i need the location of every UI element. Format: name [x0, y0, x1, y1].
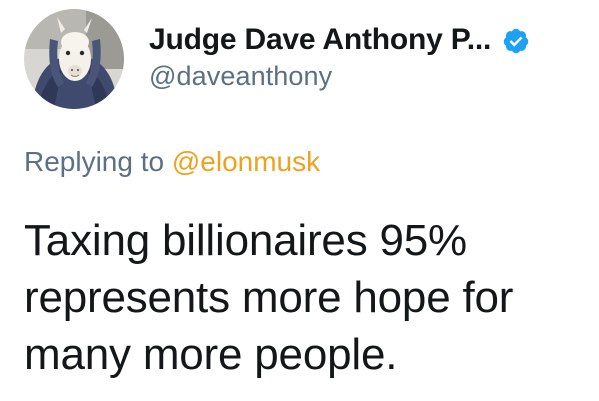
display-name-row: Judge Dave Anthony P...	[149, 20, 530, 60]
author-handle[interactable]: @daveanthony	[149, 61, 332, 92]
tweet-text-line: Taxing billionaires 95%	[24, 216, 467, 265]
tweet-text: Taxing billionaires 95% represents more …	[24, 212, 584, 383]
replying-to-label: Replying to	[24, 146, 165, 177]
author-avatar[interactable]	[24, 9, 124, 109]
author-display-name[interactable]: Judge Dave Anthony P...	[149, 23, 491, 57]
tweet-card: Judge Dave Anthony P... @daveanthony Rep…	[0, 0, 599, 401]
replying-to-line: Replying to @elonmusk	[24, 146, 320, 178]
tweet-text-line: many more people.	[24, 330, 398, 379]
llama-in-hoodie-avatar-icon	[24, 9, 124, 109]
reply-mention-link[interactable]: @elonmusk	[172, 146, 320, 177]
tweet-text-line: represents more hope for	[24, 273, 514, 322]
verified-badge-icon	[502, 27, 530, 55]
